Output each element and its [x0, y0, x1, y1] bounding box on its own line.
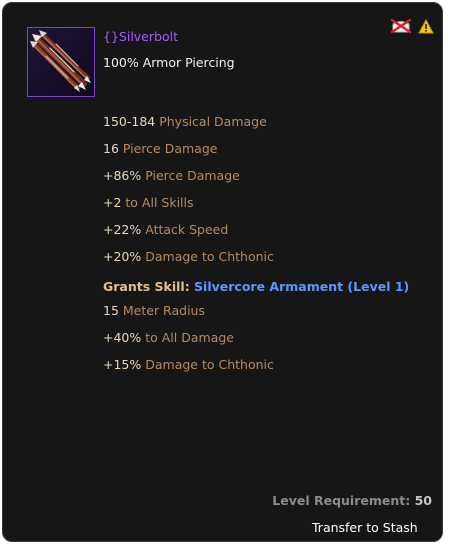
level-requirement-value: 50: [414, 493, 432, 508]
stat-value: +20%: [103, 249, 142, 264]
stat-label: to All Damage: [141, 330, 234, 345]
stat-label: Damage to Chthonic: [141, 357, 274, 372]
stat-label: Meter Radius: [118, 303, 205, 318]
stat-value: 150-184: [103, 114, 156, 129]
stat-row: +2 to All Skills: [103, 189, 409, 216]
stat-label: Pierce Damage: [141, 168, 240, 183]
stat-label: Pierce Damage: [118, 141, 218, 156]
item-tooltip: {}Silverbolt 100% Armor Piercing 150-184…: [2, 2, 443, 542]
stat-value: 16: [103, 141, 119, 156]
item-subtitle: 100% Armor Piercing: [103, 55, 235, 70]
stat-row: 150-184 Physical Damage: [103, 108, 409, 135]
stat-value: +15%: [103, 357, 142, 372]
warning-icon: [418, 18, 434, 38]
transfer-to-stash-button[interactable]: Transfer to Stash: [312, 520, 418, 535]
stat-value: 15: [103, 303, 119, 318]
stat-row: +86% Pierce Damage: [103, 162, 409, 189]
skill-stat-row: 15 Meter Radius: [103, 297, 409, 324]
stat-label: to All Skills: [121, 195, 194, 210]
stat-value: +40%: [103, 330, 142, 345]
skill-stat-row: +40% to All Damage: [103, 324, 409, 351]
stat-list: 150-184 Physical Damage 16 Pierce Damage…: [103, 108, 409, 378]
granted-skill-name: Silvercore Armament (Level 1): [194, 279, 410, 294]
level-requirement: Level Requirement: 50: [272, 493, 432, 508]
granted-skill: Grants Skill: Silvercore Armament (Level…: [103, 273, 409, 300]
crossed-out-chest-icon: [390, 18, 412, 38]
crossbow-bolts-icon: [27, 27, 95, 97]
stat-row: +22% Attack Speed: [103, 216, 409, 243]
granted-skill-label: Grants Skill:: [103, 279, 195, 294]
skill-stat-row: +15% Damage to Chthonic: [103, 351, 409, 378]
stat-label: Attack Speed: [141, 222, 229, 237]
stat-value: +2: [103, 195, 122, 210]
stat-value: +22%: [103, 222, 142, 237]
stat-row: 16 Pierce Damage: [103, 135, 409, 162]
level-requirement-label: Level Requirement:: [272, 493, 415, 508]
stat-label: Physical Damage: [155, 114, 267, 129]
stat-row: +20% Damage to Chthonic: [103, 243, 409, 270]
item-name: {}Silverbolt: [103, 29, 178, 44]
status-icons: [390, 18, 434, 38]
stat-label: Damage to Chthonic: [141, 249, 274, 264]
stat-value: +86%: [103, 168, 142, 183]
